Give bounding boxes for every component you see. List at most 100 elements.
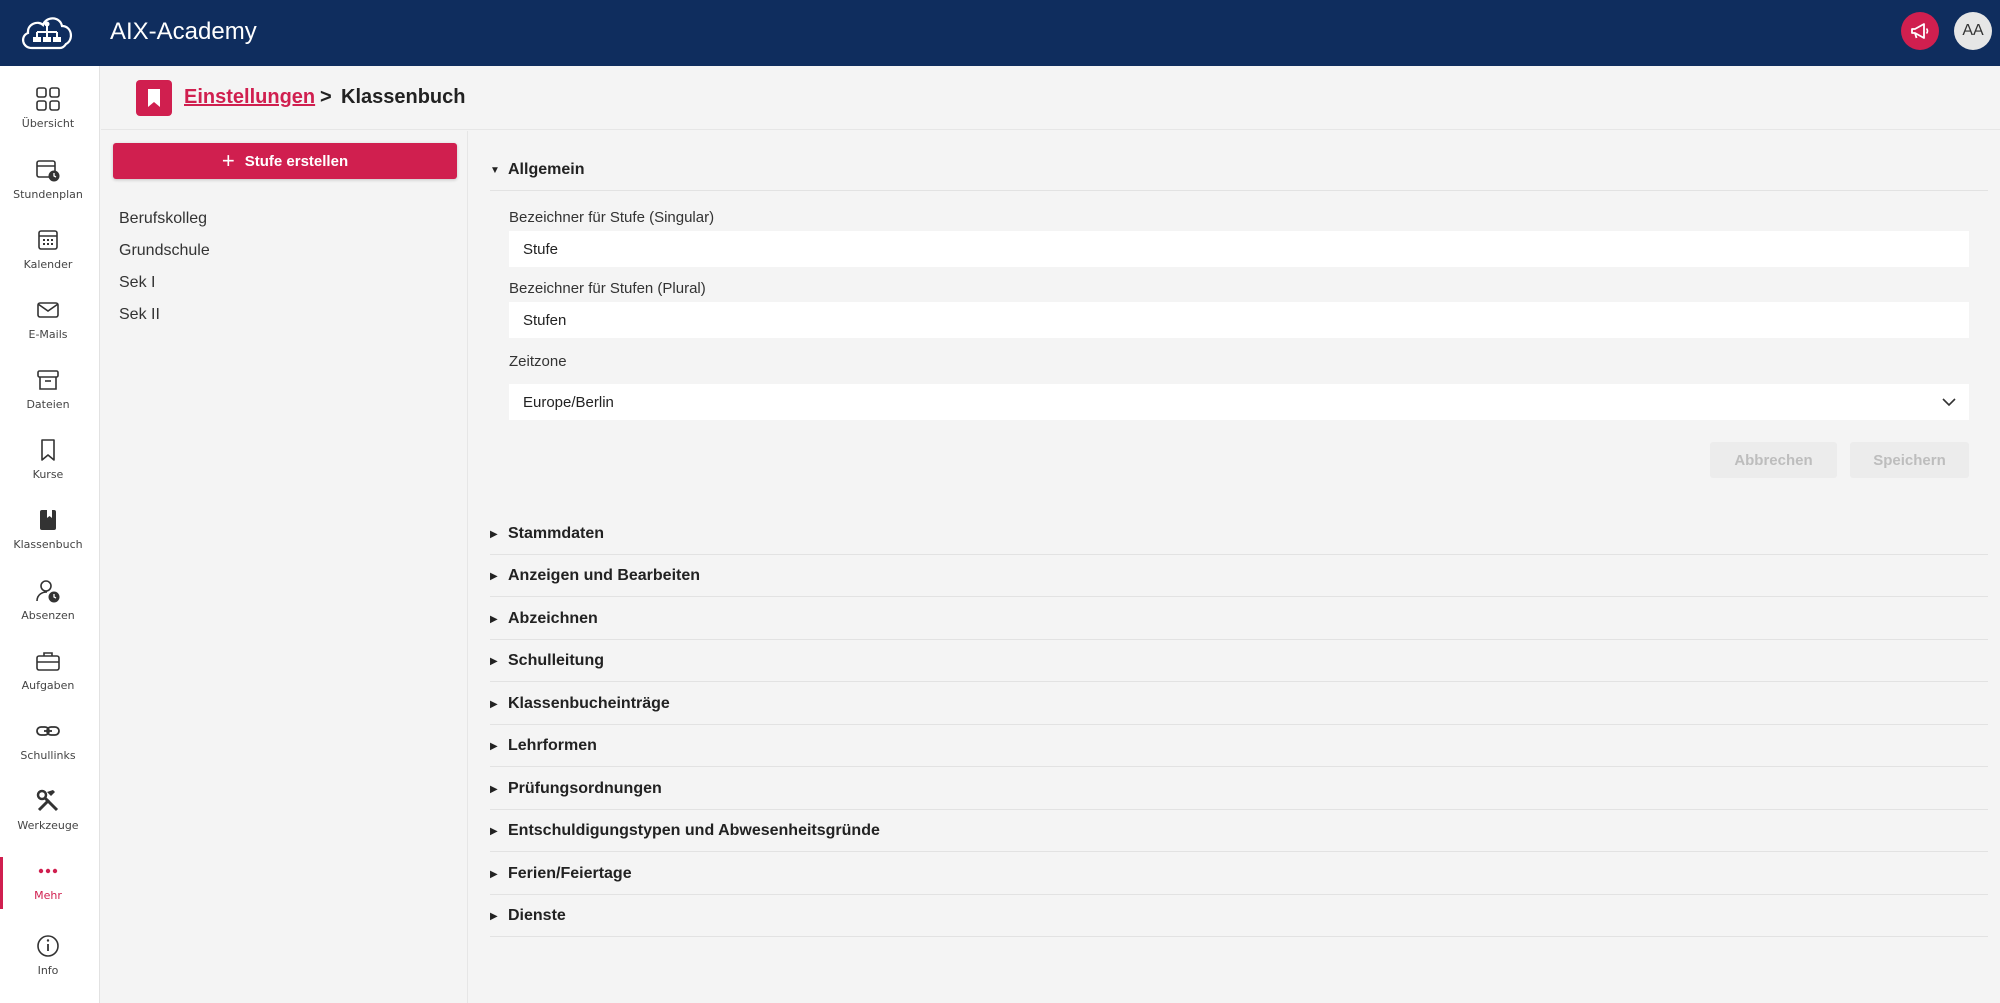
info-icon xyxy=(34,932,62,960)
divider xyxy=(490,681,1988,682)
briefcase-icon xyxy=(34,647,62,675)
section-lehrformen[interactable]: ▶ Lehrformen xyxy=(490,736,1988,756)
tools-icon xyxy=(34,787,62,815)
section-title: Klassenbucheinträge xyxy=(508,695,670,712)
section-title: Prüfungsordnungen xyxy=(508,780,662,797)
megaphone-icon xyxy=(1911,23,1929,39)
divider xyxy=(490,936,1988,937)
caret-right-icon: ▶ xyxy=(490,910,498,922)
singular-input[interactable] xyxy=(509,231,1969,267)
sidebar-item-emails[interactable]: E-Mails xyxy=(0,296,96,358)
breadcrumb-link-einstellungen[interactable]: Einstellungen xyxy=(184,86,315,109)
sidebar-item-info[interactable]: Info xyxy=(0,932,96,994)
section-stammdaten[interactable]: ▶ Stammdaten xyxy=(490,524,1988,544)
top-bar: AIX-Academy AA xyxy=(0,0,2000,66)
section-title: Allgemein xyxy=(508,161,585,178)
sidebar-item-kalender[interactable]: Kalender xyxy=(0,226,96,288)
sidebar-item-kurse[interactable]: Kurse xyxy=(0,436,96,498)
section-title: Ferien/Feiertage xyxy=(508,865,632,882)
divider xyxy=(490,809,1988,810)
sidebar-item-werkzeuge[interactable]: Werkzeuge xyxy=(0,787,96,849)
sidebar-item-schullinks[interactable]: Schullinks xyxy=(0,717,96,779)
cancel-button[interactable]: Abbrechen xyxy=(1710,442,1837,478)
section-title: Schulleitung xyxy=(508,652,604,669)
sidebar-item-absenzen[interactable]: Absenzen xyxy=(0,577,96,639)
breadcrumb-separator: > xyxy=(320,86,332,108)
sidebar-item-mehr[interactable]: Mehr xyxy=(0,857,96,919)
cloud-network-icon[interactable] xyxy=(18,10,76,54)
level-item-berufskolleg[interactable]: Berufskolleg xyxy=(119,210,207,228)
sidebar-item-uebersicht[interactable]: Übersicht xyxy=(0,85,96,147)
timezone-select[interactable]: Europe/Berlin xyxy=(509,384,1969,420)
sidebar-item-label: Kalender xyxy=(23,258,73,271)
caret-right-icon: ▶ xyxy=(490,655,498,667)
sidebar-item-label: Info xyxy=(37,964,59,977)
mail-icon xyxy=(34,296,62,324)
section-pruefungsordnungen[interactable]: ▶ Prüfungsordnungen xyxy=(490,779,1988,799)
avatar[interactable]: AA xyxy=(1954,12,1992,50)
section-klassenbucheintraege[interactable]: ▶ Klassenbucheinträge xyxy=(490,694,1988,714)
sidebar: Übersicht Stundenplan Kalender E-Mails D… xyxy=(0,66,100,1003)
singular-label: Bezeichner für Stufe (Singular) xyxy=(509,209,715,226)
divider xyxy=(490,596,1988,597)
save-button[interactable]: Speichern xyxy=(1850,442,1969,478)
section-ferien-feiertage[interactable]: ▶ Ferien/Feiertage xyxy=(490,864,1988,884)
section-title: Anzeigen und Bearbeiten xyxy=(508,567,701,584)
section-title: Entschuldigungstypen und Abwesenheitsgrü… xyxy=(508,822,880,839)
link-icon xyxy=(34,717,62,745)
caret-right-icon: ▶ xyxy=(490,528,498,540)
caret-right-icon: ▶ xyxy=(490,698,498,710)
divider xyxy=(490,190,1988,191)
level-item-sek-i[interactable]: Sek I xyxy=(119,274,155,292)
section-schulleitung[interactable]: ▶ Schulleitung xyxy=(490,651,1988,671)
plural-input[interactable] xyxy=(509,302,1969,338)
sidebar-item-label: Schullinks xyxy=(20,749,76,762)
caret-right-icon: ▶ xyxy=(490,740,498,752)
sidebar-item-label: Absenzen xyxy=(21,609,75,622)
timezone-label: Zeitzone xyxy=(509,353,567,370)
archive-icon xyxy=(34,366,62,394)
schedule-icon xyxy=(34,156,62,184)
chevron-down-icon xyxy=(1942,398,1956,407)
sidebar-item-label: Stundenplan xyxy=(13,188,83,201)
calendar-icon xyxy=(34,226,62,254)
section-entschuldigungstypen[interactable]: ▶ Entschuldigungstypen und Abwesenheitsg… xyxy=(490,821,1988,841)
grid-icon xyxy=(34,85,62,113)
sidebar-item-label: Dateien xyxy=(26,398,70,411)
level-item-sek-ii[interactable]: Sek II xyxy=(119,306,160,324)
sidebar-item-label: Aufgaben xyxy=(21,679,75,692)
active-indicator xyxy=(0,857,3,909)
plus-icon: + xyxy=(221,148,235,173)
section-title: Lehrformen xyxy=(508,737,597,754)
caret-right-icon: ▶ xyxy=(490,825,498,837)
caret-right-icon: ▶ xyxy=(490,613,498,625)
book-icon xyxy=(34,506,62,534)
sidebar-item-label: Kurse xyxy=(32,468,64,481)
sidebar-item-stundenplan[interactable]: Stundenplan xyxy=(0,156,96,218)
sidebar-item-klassenbuch[interactable]: Klassenbuch xyxy=(0,506,96,568)
section-anzeigen-bearbeiten[interactable]: ▶ Anzeigen und Bearbeiten xyxy=(490,566,1988,586)
sidebar-item-dateien[interactable]: Dateien xyxy=(0,366,96,428)
sidebar-item-label: E-Mails xyxy=(28,328,68,341)
section-title: Abzeichnen xyxy=(508,610,598,627)
page-title: Klassenbuch xyxy=(341,86,466,108)
caret-right-icon: ▶ xyxy=(490,570,498,582)
bookmark-icon xyxy=(34,436,62,464)
create-level-button[interactable]: + Stufe erstellen xyxy=(113,143,457,179)
divider xyxy=(490,766,1988,767)
section-abzeichnen[interactable]: ▶ Abzeichnen xyxy=(490,609,1988,629)
caret-down-icon: ▼ xyxy=(490,164,500,176)
more-icon xyxy=(34,857,62,885)
announcements-button[interactable] xyxy=(1901,12,1939,50)
section-dienste[interactable]: ▶ Dienste xyxy=(490,906,1988,926)
sidebar-item-aufgaben[interactable]: Aufgaben xyxy=(0,647,96,709)
caret-right-icon: ▶ xyxy=(490,783,498,795)
divider xyxy=(490,639,1988,640)
user-clock-icon xyxy=(34,577,62,605)
divider xyxy=(490,851,1988,852)
app-title: AIX-Academy xyxy=(110,18,257,45)
divider xyxy=(490,554,1988,555)
section-allgemein[interactable]: ▼ Allgemein xyxy=(490,160,1988,180)
level-item-grundschule[interactable]: Grundschule xyxy=(119,242,210,260)
level-list-panel xyxy=(101,131,468,1003)
